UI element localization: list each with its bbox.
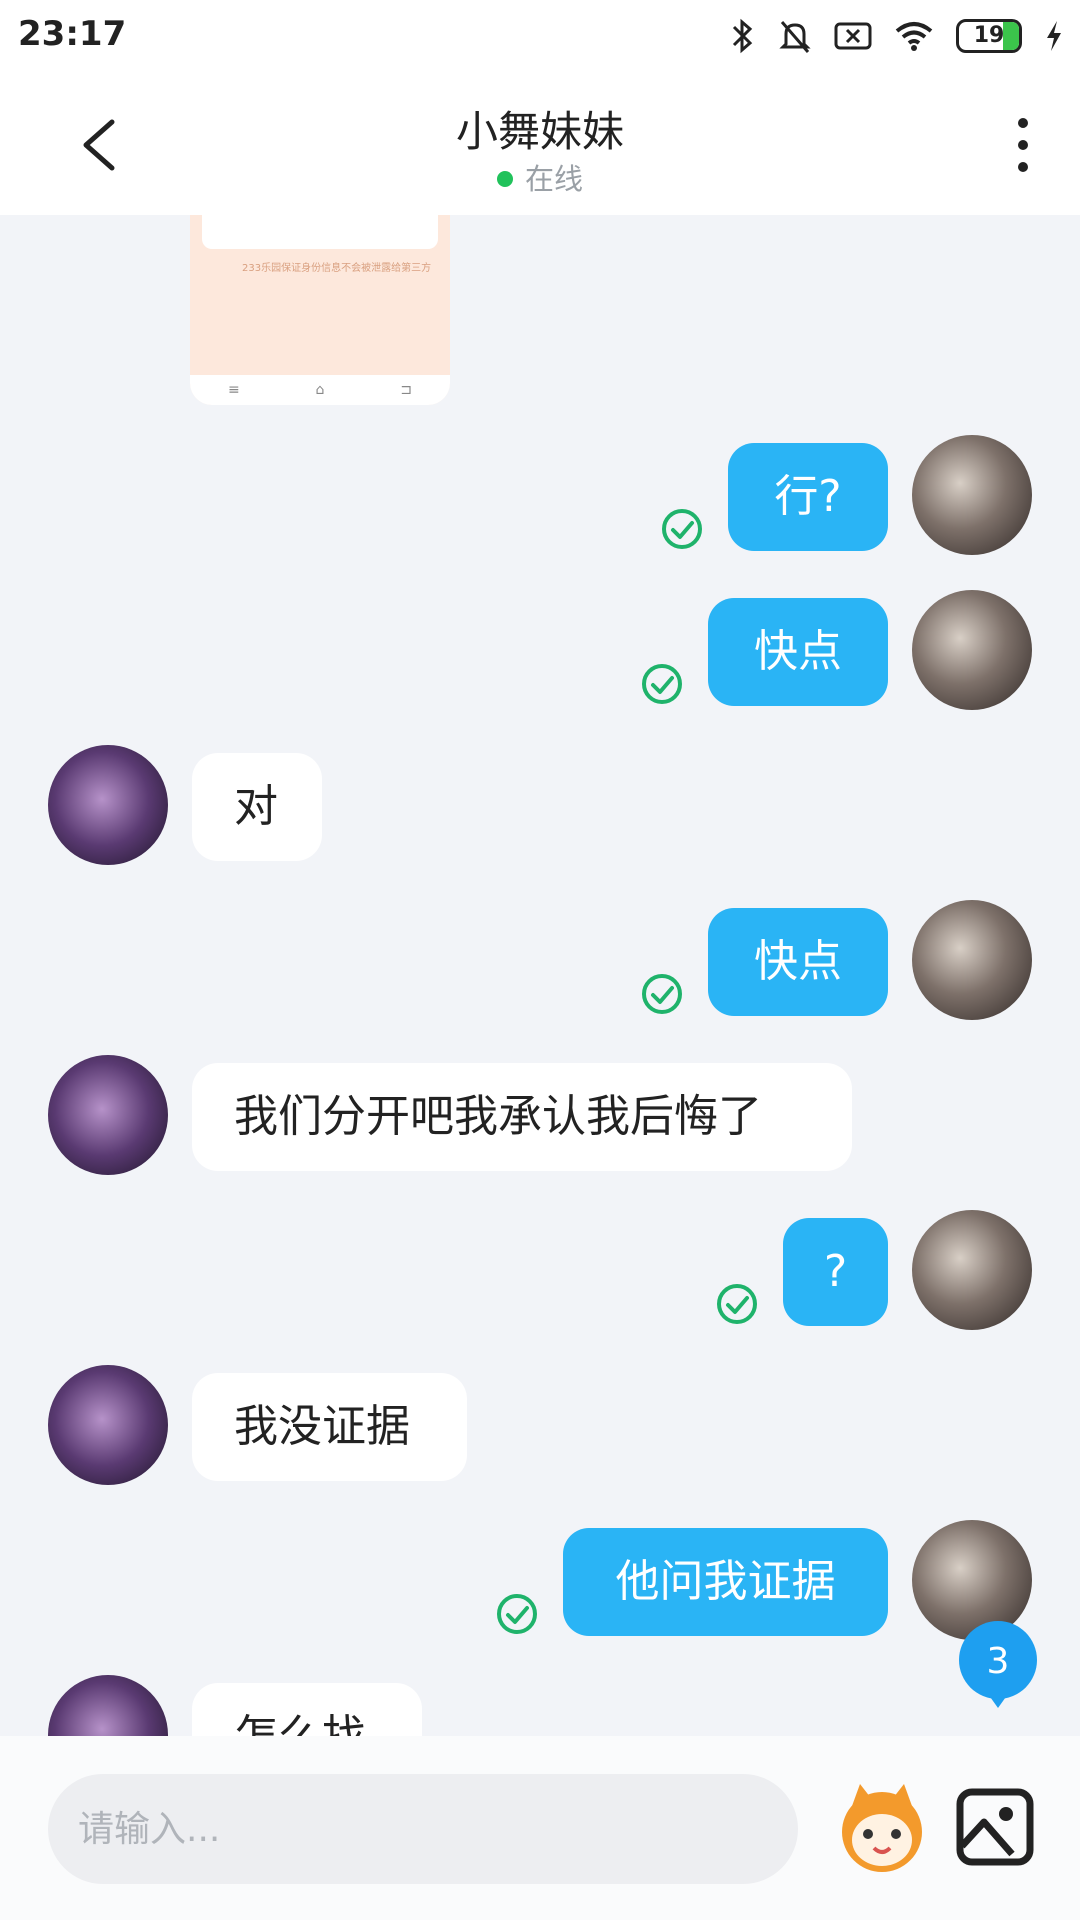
- image-message-preview[interactable]: 233乐园保证身份信息不会被泄露给第三方 ≡ ⌂ ⊐: [190, 215, 450, 405]
- online-dot: [496, 171, 513, 187]
- status-bar: 23:17 19: [0, 0, 1080, 70]
- unread-badge[interactable]: 3: [956, 1620, 1040, 1708]
- chat-area[interactable]: 233乐园保证身份信息不会被泄露给第三方 ≡ ⌂ ⊐ 行? 快点对快点 我们分开吧我承认…: [0, 215, 1080, 1736]
- composer: [0, 1736, 1080, 1920]
- outgoing-message: 他问我证据: [0, 1520, 1080, 1658]
- sim-x-icon: [834, 22, 872, 50]
- outgoing-message: 行?: [0, 435, 1080, 573]
- contact-avatar[interactable]: [48, 1365, 168, 1485]
- check-circle-icon: [642, 664, 682, 704]
- check-circle-icon: [642, 974, 682, 1014]
- message-bubble[interactable]: 我没证据: [192, 1373, 467, 1481]
- incoming-message: 我们分开吧我承认我后悔了: [0, 1055, 1080, 1193]
- mute-bell-icon: [779, 21, 811, 53]
- message-bubble[interactable]: 怎么找: [192, 1683, 422, 1736]
- chat-title: 小舞妹妹: [455, 107, 624, 156]
- online-status-label: 在线: [524, 162, 583, 196]
- charging-icon: [1047, 21, 1061, 51]
- message-bubble[interactable]: 我们分开吧我承认我后悔了: [192, 1063, 852, 1171]
- check-circle-icon: [662, 509, 702, 549]
- unread-count: 3: [986, 1641, 1010, 1682]
- outgoing-message: 快点: [0, 900, 1080, 1038]
- bluetooth-icon: [732, 18, 753, 54]
- message-bubble[interactable]: 行?: [728, 443, 888, 551]
- contact-avatar[interactable]: [48, 1675, 168, 1736]
- image-icon[interactable]: [956, 1788, 1034, 1866]
- my-avatar[interactable]: [912, 590, 1032, 710]
- message-bubble[interactable]: 他问我证据: [563, 1528, 888, 1636]
- status-icons: 19: [730, 16, 1064, 56]
- message-bubble[interactable]: 对: [192, 753, 322, 861]
- message-bubble[interactable]: 快点: [708, 908, 888, 1016]
- status-time: 23:17: [18, 14, 127, 54]
- online-status: 在线: [0, 156, 1080, 198]
- battery-level: 19: [973, 23, 1005, 48]
- my-avatar[interactable]: [912, 435, 1032, 555]
- message-bubble[interactable]: ?: [783, 1218, 888, 1326]
- message-input[interactable]: [48, 1774, 798, 1884]
- emoji-mascot-icon[interactable]: [830, 1776, 934, 1880]
- chat-header: 小舞妹妹 在线: [0, 70, 1080, 215]
- my-avatar[interactable]: [912, 900, 1032, 1020]
- wifi-icon: [895, 22, 933, 51]
- contact-avatar[interactable]: [48, 745, 168, 865]
- incoming-message: 对: [0, 745, 1080, 883]
- preview-nav-bar: ≡ ⌂ ⊐: [190, 375, 450, 405]
- incoming-message: 怎么找: [0, 1675, 1080, 1736]
- check-circle-icon: [497, 1594, 537, 1634]
- more-vertical-icon[interactable]: [998, 115, 1048, 175]
- outgoing-message: 快点: [0, 590, 1080, 728]
- message-bubble[interactable]: 快点: [708, 598, 888, 706]
- check-circle-icon: [717, 1284, 757, 1324]
- battery-icon: 19: [956, 19, 1022, 53]
- preview-card: [202, 215, 438, 249]
- preview-caption: 233乐园保证身份信息不会被泄露给第三方: [242, 263, 432, 274]
- incoming-message: 我没证据: [0, 1365, 1080, 1503]
- contact-avatar[interactable]: [48, 1055, 168, 1175]
- outgoing-message: ?: [0, 1210, 1080, 1348]
- my-avatar[interactable]: [912, 1210, 1032, 1330]
